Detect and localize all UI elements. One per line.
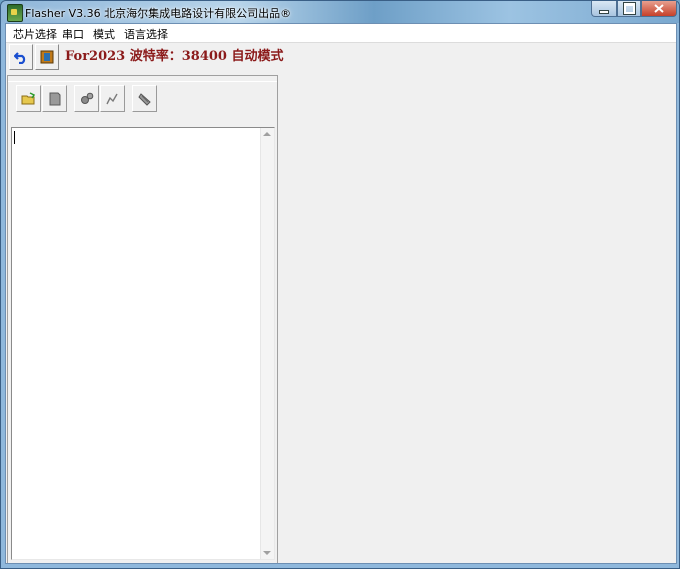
maximize-icon bbox=[622, 2, 636, 15]
chip-button[interactable] bbox=[35, 44, 59, 70]
main-toolbar: For2023 波特率：38400 自动模式 bbox=[6, 42, 676, 74]
reset-button[interactable] bbox=[9, 44, 33, 70]
title-bar[interactable]: Flasher V3.36 北京海尔集成电路设计有限公司出品® bbox=[1, 1, 679, 23]
maximize-button[interactable] bbox=[617, 1, 641, 17]
save-button[interactable] bbox=[42, 85, 67, 112]
menu-mode[interactable]: 模式 bbox=[93, 26, 115, 42]
open-folder-icon bbox=[21, 91, 35, 104]
left-panel bbox=[7, 81, 278, 563]
close-icon bbox=[654, 4, 664, 13]
menu-serial-port[interactable]: 串口 bbox=[62, 26, 84, 42]
log-textarea[interactable] bbox=[11, 127, 275, 560]
app-window: Flasher V3.36 北京海尔集成电路设计有限公司出品® 芯片选择 串口 … bbox=[0, 0, 680, 569]
vertical-scrollbar[interactable] bbox=[260, 128, 274, 559]
program-button[interactable] bbox=[74, 85, 99, 112]
text-caret bbox=[14, 131, 15, 144]
chip-icon bbox=[40, 50, 54, 64]
close-button[interactable] bbox=[641, 1, 677, 17]
client-area: 芯片选择 串口 模式 语言选择 For2023 波特率：38400 自动模式 bbox=[5, 23, 677, 564]
menu-bar: 芯片选择 串口 模式 语言选择 bbox=[6, 24, 676, 43]
document-icon bbox=[49, 92, 60, 105]
window-title: Flasher V3.36 北京海尔集成电路设计有限公司出品® bbox=[25, 7, 292, 20]
menu-chip-select[interactable]: 芯片选择 bbox=[13, 26, 57, 42]
verify-button[interactable] bbox=[100, 85, 125, 112]
scroll-down-icon[interactable] bbox=[263, 551, 271, 555]
scroll-up-icon[interactable] bbox=[263, 132, 271, 136]
menu-language[interactable]: 语言选择 bbox=[124, 26, 168, 42]
gears-icon bbox=[80, 92, 93, 104]
app-icon[interactable] bbox=[7, 4, 23, 22]
minimize-icon bbox=[599, 9, 609, 14]
signal-wave-icon bbox=[105, 93, 118, 104]
file-toolbar bbox=[8, 81, 277, 125]
open-file-button[interactable] bbox=[16, 85, 41, 112]
minimize-button[interactable] bbox=[591, 1, 617, 17]
eraser-icon bbox=[137, 92, 151, 106]
undo-arrow-icon bbox=[14, 52, 26, 64]
erase-button[interactable] bbox=[132, 85, 157, 112]
status-text: For2023 波特率：38400 自动模式 bbox=[65, 49, 284, 64]
